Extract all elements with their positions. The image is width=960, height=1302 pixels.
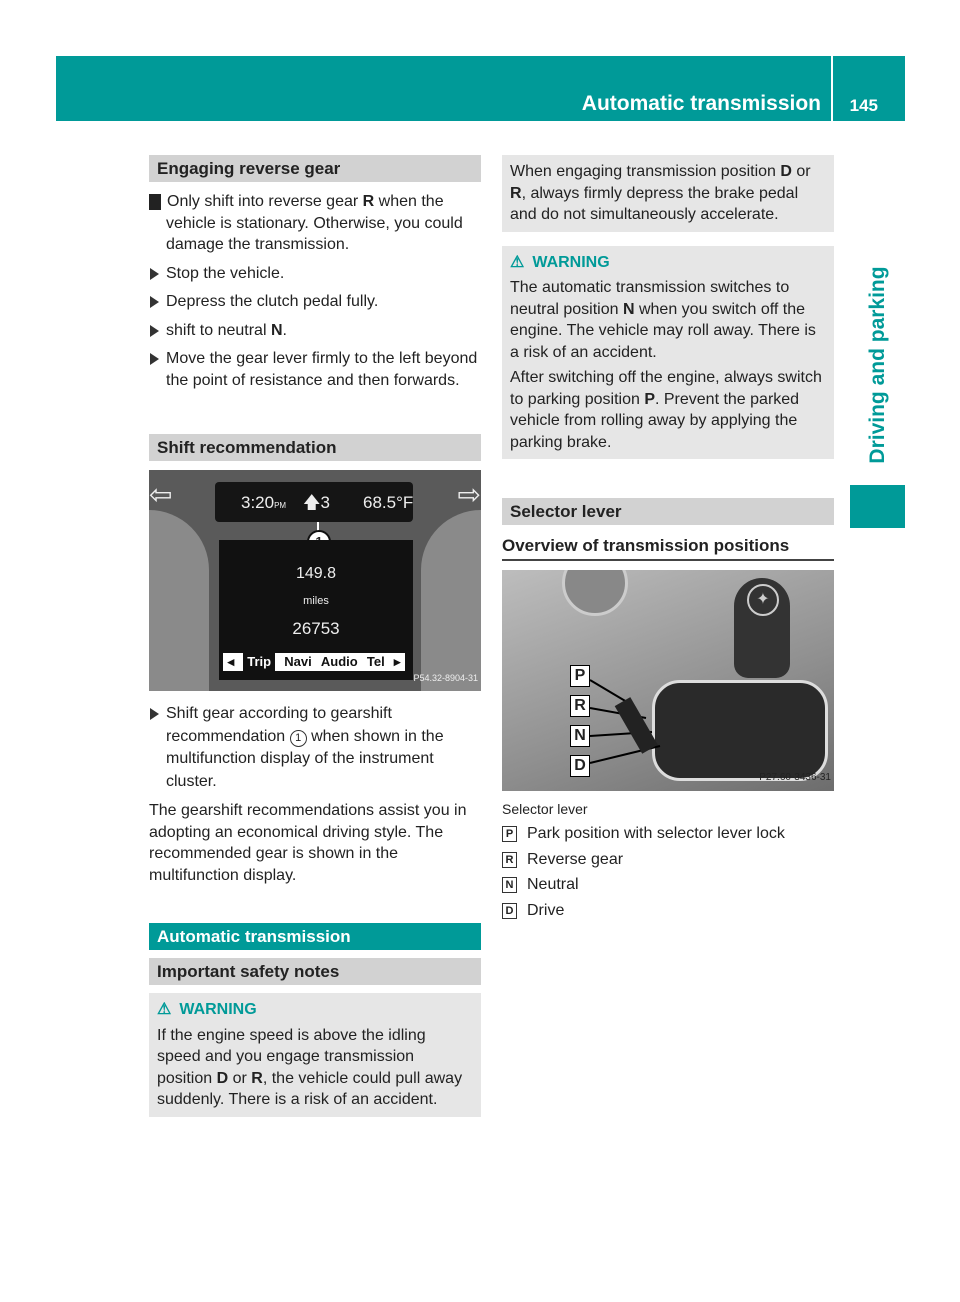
instrument-cluster-figure: ⇦ ⇨ 3:20PM 🡅3 68.5°F 1 149.8 miles 26753… bbox=[149, 470, 481, 691]
step-text: shift to neutral bbox=[166, 321, 271, 339]
step-bold: N bbox=[270, 321, 283, 339]
top-display: 3:20PM 🡅3 68.5°F bbox=[215, 482, 413, 522]
warning-text: If the engine speed is above the idling … bbox=[157, 1025, 473, 1111]
warning-label: WARNING bbox=[179, 1001, 257, 1018]
right-column: When engaging transmission position D or… bbox=[502, 155, 834, 925]
bold: D bbox=[216, 1069, 229, 1087]
text: , always firmly depress the brake pedal … bbox=[510, 184, 799, 224]
gear-recommendation: 🡅3 bbox=[303, 493, 330, 512]
step: Stop the vehicle. bbox=[149, 263, 481, 285]
section-heading-selector: Selector lever bbox=[502, 498, 834, 525]
legend: P Park position with selector lever lock … bbox=[502, 823, 834, 921]
arrow-left-icon: ⇦ bbox=[149, 479, 173, 510]
bold: R bbox=[510, 184, 522, 202]
left-column: Engaging reverse gear ! Only shift into r… bbox=[144, 155, 481, 1117]
warning-text: After switching off the engine, always s… bbox=[510, 367, 826, 453]
distance-unit: miles bbox=[303, 594, 329, 607]
menu-navi: Navi bbox=[284, 654, 312, 669]
warning-box: ⚠ WARNING The automatic transmission swit… bbox=[502, 245, 834, 459]
arrow-right-icon: ⇨ bbox=[457, 479, 481, 510]
page-header: Automatic transmission 145 bbox=[56, 56, 905, 121]
leader-lines bbox=[589, 678, 661, 764]
section-heading-reverse: Engaging reverse gear bbox=[149, 155, 481, 182]
menu-bar: ◂ Trip Navi Audio Tel ▸ bbox=[223, 653, 405, 671]
text: or bbox=[228, 1069, 252, 1087]
note: ! Only shift into reverse gear R when the… bbox=[144, 191, 481, 256]
gauge-right bbox=[421, 510, 481, 691]
side-tab-label: Driving and parking bbox=[866, 266, 889, 464]
legend-text: Neutral bbox=[527, 876, 579, 893]
callout-ref: 1 bbox=[289, 729, 307, 747]
figure-caption: Selector lever bbox=[502, 800, 588, 817]
step-text: . bbox=[282, 321, 287, 339]
warning-label: WARNING bbox=[532, 253, 610, 271]
menu-tel: Tel bbox=[366, 654, 385, 669]
note-box: When engaging transmission position D or… bbox=[502, 155, 834, 232]
key-d: D bbox=[502, 902, 517, 919]
warning-text: The automatic transmission switches to n… bbox=[510, 277, 826, 363]
figure-code: P27.60-3436-31 bbox=[759, 772, 831, 783]
gear-value: 3 bbox=[320, 493, 330, 512]
paragraph: The gearshift recommendations assist you… bbox=[149, 802, 467, 884]
page-number: 145 bbox=[849, 96, 878, 115]
step: shift to neutral N. bbox=[149, 320, 481, 342]
section-heading-shift: Shift recommendation bbox=[149, 434, 481, 461]
side-tab-marker bbox=[850, 485, 905, 528]
legend-text: Park position with selector lever lock bbox=[527, 825, 785, 842]
bold: N bbox=[622, 300, 635, 318]
step: Shift gear according to gearshift recomm… bbox=[149, 703, 481, 793]
gauge-left bbox=[149, 510, 209, 691]
legend-text: Drive bbox=[527, 901, 565, 919]
step: Depress the clutch pedal fully. bbox=[149, 291, 481, 313]
legend-item: D Drive bbox=[502, 900, 834, 922]
section-heading-automatic: Automatic transmission bbox=[149, 923, 481, 950]
center-display: 149.8 miles 26753 ◂ Trip Navi Audio Tel … bbox=[219, 540, 413, 680]
figure-code: P54.32-8904-31 bbox=[413, 672, 478, 683]
step: Move the gear lever firmly to the left b… bbox=[149, 348, 481, 391]
trip-distance: 149.8 bbox=[295, 565, 337, 582]
exclamation-icon: ! bbox=[144, 194, 161, 210]
warning-heading: ⚠ WARNING bbox=[510, 252, 826, 274]
section-heading-safety: Important safety notes bbox=[149, 958, 481, 985]
text: When engaging transmission position bbox=[510, 163, 781, 180]
bold: P bbox=[644, 390, 655, 408]
key-p: P bbox=[502, 826, 517, 842]
menu-right-icon: ▸ bbox=[393, 654, 401, 669]
warning-heading: ⚠ WARNING bbox=[157, 999, 473, 1021]
note-text: When engaging transmission position D or… bbox=[510, 161, 826, 226]
key-n: N bbox=[502, 877, 517, 893]
time-ampm: PM bbox=[274, 501, 287, 510]
subsection-heading: Overview of transmission positions bbox=[502, 535, 834, 561]
time-value: 3:20 bbox=[241, 493, 275, 512]
legend-text: Reverse gear bbox=[527, 850, 624, 868]
bold: R bbox=[251, 1069, 263, 1087]
legend-item: N Neutral bbox=[502, 874, 834, 896]
warning-triangle-icon: ⚠ bbox=[157, 1001, 172, 1018]
warning-triangle-icon: ⚠ bbox=[510, 253, 525, 271]
legend-item: R Reverse gear bbox=[502, 849, 834, 871]
note-bold: R bbox=[362, 193, 375, 210]
note-text: Only shift into reverse gear bbox=[167, 193, 363, 210]
menu-audio: Audio bbox=[320, 654, 358, 669]
text: or bbox=[791, 163, 811, 180]
temperature: 68.5°F bbox=[363, 493, 414, 512]
menu-trip: Trip bbox=[243, 653, 276, 671]
header-divider bbox=[831, 56, 833, 121]
selector-lever-figure: ✦ P R N D P27.60-3436-31 bbox=[502, 569, 834, 791]
odometer: 26753 bbox=[292, 619, 340, 638]
menu-left-icon: ◂ bbox=[227, 654, 235, 669]
time: 3:20PM bbox=[241, 492, 286, 517]
warning-box: ⚠ WARNING If the engine speed is above th… bbox=[149, 993, 481, 1117]
key-r: R bbox=[502, 851, 517, 868]
legend-item: P Park position with selector lever lock bbox=[502, 823, 834, 845]
bold: D bbox=[780, 163, 792, 180]
header-title: Automatic transmission bbox=[581, 92, 821, 115]
